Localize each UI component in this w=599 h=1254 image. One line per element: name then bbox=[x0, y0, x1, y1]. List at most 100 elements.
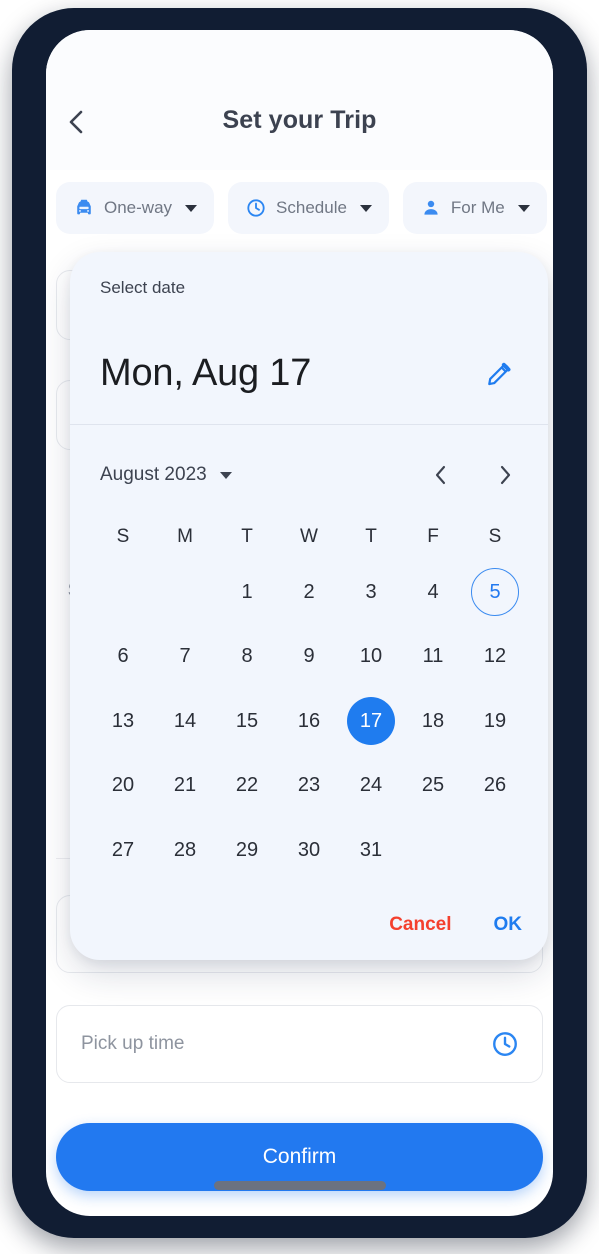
calendar-cell: 31 bbox=[340, 818, 402, 883]
calendar-weekday-header: SMTWTFS bbox=[92, 514, 526, 560]
calendar-day-26[interactable]: 26 bbox=[471, 762, 519, 810]
weekday-header-0: S bbox=[116, 526, 130, 547]
calendar-day-10[interactable]: 10 bbox=[347, 633, 395, 681]
calendar-week-row: 27 28 29 30 31 bbox=[92, 818, 526, 883]
calendar-day-6[interactable]: 6 bbox=[99, 633, 147, 681]
calendar-cell: 5 bbox=[464, 560, 526, 625]
calendar-day-empty bbox=[99, 568, 147, 616]
calendar-cell: 6 bbox=[92, 625, 154, 690]
calendar-week-row: 12345 bbox=[92, 560, 526, 625]
ok-button[interactable]: OK bbox=[490, 908, 527, 942]
calendar-week-row: 13 14 15 16 17 18 19 bbox=[92, 689, 526, 754]
calendar-cell: 28 bbox=[154, 818, 216, 883]
calendar-day-15[interactable]: 15 bbox=[223, 697, 271, 745]
chevron-down-icon bbox=[185, 204, 198, 212]
calendar-day-31[interactable]: 31 bbox=[347, 826, 395, 874]
calendar-week-row: 20 21 22 23 24 25 26 bbox=[92, 754, 526, 819]
calendar-cell bbox=[154, 560, 216, 625]
pickup-time-placeholder: Pick up time bbox=[81, 1033, 185, 1054]
month-arrows bbox=[424, 458, 522, 492]
calendar-day-28[interactable]: 28 bbox=[161, 826, 209, 874]
chevron-right-icon bbox=[500, 465, 511, 485]
calendar-day-20[interactable]: 20 bbox=[99, 762, 147, 810]
pickup-time-field[interactable]: Pick up time bbox=[56, 1005, 543, 1083]
calendar-cell: 3 bbox=[340, 560, 402, 625]
calendar-day-5[interactable]: 5 bbox=[471, 568, 519, 617]
calendar-day-4[interactable]: 4 bbox=[409, 568, 457, 616]
calendar-cell: 24 bbox=[340, 754, 402, 819]
calendar-day-8[interactable]: 8 bbox=[223, 633, 271, 681]
calendar-day-14[interactable]: 14 bbox=[161, 697, 209, 745]
calendar-day-1[interactable]: 1 bbox=[223, 568, 271, 616]
app-header: Set your Trip bbox=[46, 30, 553, 170]
calendar-day-19[interactable]: 19 bbox=[471, 697, 519, 745]
calendar-day-7[interactable]: 7 bbox=[161, 633, 209, 681]
calendar-day-9[interactable]: 9 bbox=[285, 633, 333, 681]
calendar-day-12[interactable]: 12 bbox=[471, 633, 519, 681]
chevron-down-icon bbox=[359, 204, 372, 212]
dialog-divider bbox=[70, 424, 548, 425]
calendar-cell: 12 bbox=[464, 625, 526, 690]
calendar-cell: 30 bbox=[278, 818, 340, 883]
chevron-down-icon bbox=[517, 204, 530, 212]
dialog-subtitle: Select date bbox=[100, 278, 186, 297]
calendar-day-18[interactable]: 18 bbox=[409, 697, 457, 745]
calendar-day-17[interactable]: 17 bbox=[347, 697, 395, 746]
calendar-day-22[interactable]: 22 bbox=[223, 762, 271, 810]
calendar-cell: 10 bbox=[340, 625, 402, 690]
calendar-cell: 27 bbox=[92, 818, 154, 883]
dialog-date-row: Mon, Aug 17 bbox=[70, 330, 548, 416]
calendar-day-25[interactable]: 25 bbox=[409, 762, 457, 810]
calendar-day-23[interactable]: 23 bbox=[285, 762, 333, 810]
person-icon bbox=[424, 200, 438, 215]
previous-month-button[interactable] bbox=[424, 458, 458, 492]
phone-frame: Set your Trip One-way Schedule For Me Pi… bbox=[12, 8, 587, 1238]
calendar-day-30[interactable]: 30 bbox=[285, 826, 333, 874]
calendar-cell: 18 bbox=[402, 689, 464, 754]
calendar-day-27[interactable]: 27 bbox=[99, 826, 147, 874]
calendar-grid: SMTWTFS 1 2 3 4 5 6 7 8 9 10 11 12 13 14 15 16 17 18 19 20 2… bbox=[92, 514, 526, 883]
clock-icon bbox=[247, 199, 265, 217]
calendar-day-2[interactable]: 2 bbox=[285, 568, 333, 616]
calendar-day-13[interactable]: 13 bbox=[99, 697, 147, 745]
phone-screen: Set your Trip One-way Schedule For Me Pi… bbox=[46, 30, 553, 1216]
calendar-day-empty bbox=[161, 568, 209, 616]
calendar-cell: 17 bbox=[340, 689, 402, 754]
next-month-button[interactable] bbox=[488, 458, 522, 492]
weekday-header-3: W bbox=[300, 526, 318, 547]
clock-icon[interactable] bbox=[490, 1029, 520, 1059]
chip-schedule[interactable]: Schedule bbox=[228, 182, 389, 234]
chip-label: For Me bbox=[450, 198, 505, 217]
page-title: Set your Trip bbox=[222, 106, 377, 134]
calendar-day-empty bbox=[471, 826, 519, 874]
dialog-actions: Cancel OK bbox=[385, 908, 526, 942]
chevron-down-icon bbox=[219, 471, 232, 479]
calendar-cell: 2 bbox=[278, 560, 340, 625]
month-year-selector[interactable]: August 2023 bbox=[100, 464, 232, 486]
chip-for-me[interactable]: For Me bbox=[402, 182, 547, 234]
pencil-icon bbox=[488, 362, 511, 386]
calendar-cell: 8 bbox=[216, 625, 278, 690]
chip-one-way[interactable]: One-way bbox=[56, 182, 215, 234]
weekday-header-1: M bbox=[177, 526, 193, 547]
calendar-cell bbox=[402, 818, 464, 883]
calendar-day-3[interactable]: 3 bbox=[347, 568, 395, 616]
weekday-header-4: T bbox=[365, 526, 377, 547]
trip-options-chip-row[interactable]: One-way Schedule For Me bbox=[46, 178, 553, 238]
calendar-cell: 1 bbox=[216, 560, 278, 625]
calendar-day-11[interactable]: 11 bbox=[409, 633, 457, 681]
selected-date-text: Mon, Aug 17 bbox=[100, 351, 312, 394]
weekday-header-6: S bbox=[488, 526, 502, 547]
calendar-cell: 7 bbox=[154, 625, 216, 690]
calendar-day-24[interactable]: 24 bbox=[347, 762, 395, 810]
calendar-day-16[interactable]: 16 bbox=[285, 697, 333, 745]
calendar-cell: 19 bbox=[464, 689, 526, 754]
calendar-day-21[interactable]: 21 bbox=[161, 762, 209, 810]
date-picker-dialog: Select date Mon, Aug 17 August 2023 S M … bbox=[70, 252, 548, 960]
edit-date-button[interactable] bbox=[480, 353, 520, 393]
calendar-day-29[interactable]: 29 bbox=[223, 826, 271, 874]
cancel-button[interactable]: Cancel bbox=[385, 908, 455, 942]
calendar-cell: 22 bbox=[216, 754, 278, 819]
chip-label: One-way bbox=[104, 198, 173, 217]
calendar-cell: 13 bbox=[92, 689, 154, 754]
